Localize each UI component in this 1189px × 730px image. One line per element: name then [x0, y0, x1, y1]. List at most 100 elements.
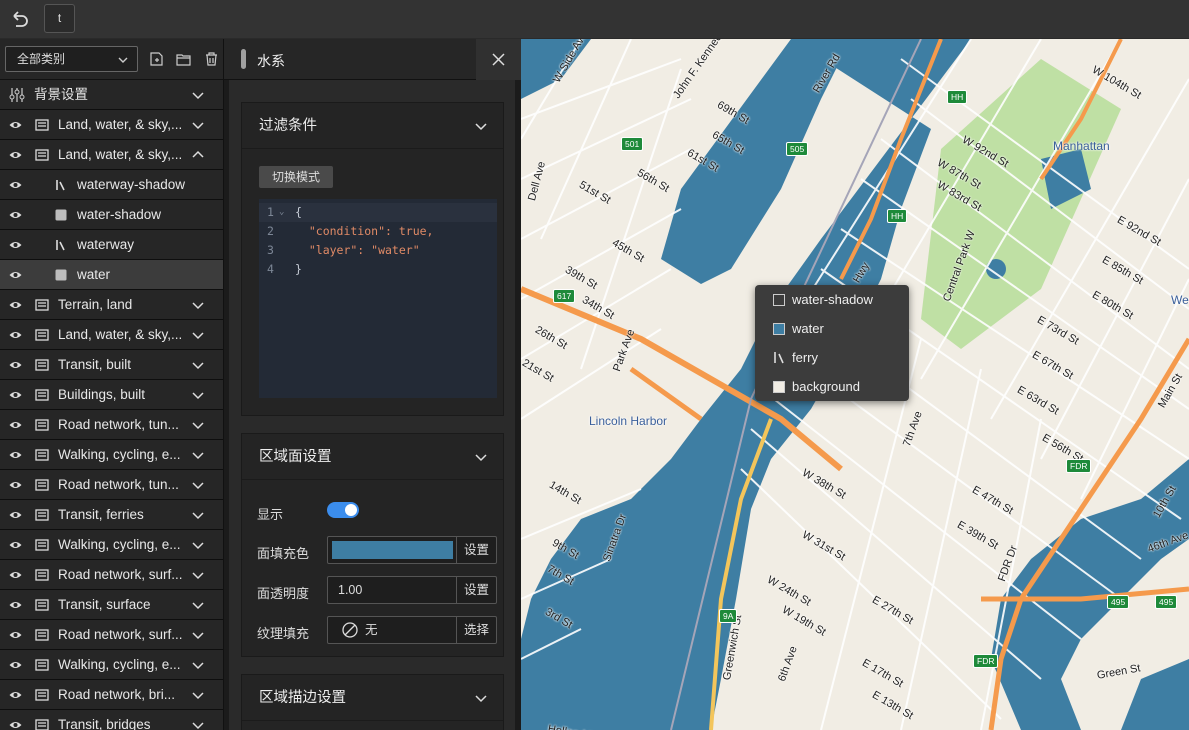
eye-icon[interactable]: [9, 510, 22, 520]
filter-code-editor[interactable]: 1 ⌄{ 2 "condition": true, 3 "layer": "wat…: [259, 199, 501, 486]
chevron-down-icon[interactable]: [192, 359, 204, 371]
eye-icon[interactable]: [9, 360, 22, 370]
eye-icon[interactable]: [9, 660, 22, 670]
filter-title: 过滤条件: [259, 118, 317, 134]
layer-row[interactable]: Road network, tun...: [0, 410, 223, 440]
eye-icon[interactable]: [9, 720, 22, 730]
stroke-settings-title: 区域描边设置: [259, 690, 346, 706]
chevron-down-icon[interactable]: [192, 509, 204, 521]
area-settings-header[interactable]: 区域面设置: [242, 434, 503, 480]
fill-color-swatch[interactable]: [332, 541, 453, 559]
eye-icon[interactable]: [9, 600, 22, 610]
title-accent: [241, 49, 246, 69]
undo-icon[interactable]: [9, 8, 31, 30]
chevron-down-icon[interactable]: [192, 539, 204, 551]
chevron-down-icon[interactable]: [192, 569, 204, 581]
chevron-down-icon[interactable]: [192, 329, 204, 341]
layer-row[interactable]: Walking, cycling, e...: [0, 650, 223, 680]
layer-row[interactable]: waterway-shadow: [0, 170, 223, 200]
opacity-field[interactable]: 1.00 设置: [327, 576, 497, 604]
layer-row[interactable]: Transit, built: [0, 350, 223, 380]
texture-choose-button[interactable]: 选择: [456, 617, 496, 643]
eye-icon[interactable]: [9, 240, 22, 250]
layer-row[interactable]: Buildings, built: [0, 380, 223, 410]
chevron-down-icon[interactable]: [192, 419, 204, 431]
chevron-down-icon[interactable]: [192, 119, 204, 131]
eye-icon[interactable]: [9, 690, 22, 700]
switch-mode-button[interactable]: 切换模式: [259, 166, 333, 188]
eye-icon[interactable]: [9, 150, 22, 160]
eye-icon[interactable]: [9, 570, 22, 580]
layer-row[interactable]: Transit, ferries: [0, 500, 223, 530]
route-shield: 495: [1155, 595, 1178, 609]
fill-color-field[interactable]: 设置: [327, 536, 497, 564]
layer-row[interactable]: Transit, bridges: [0, 710, 223, 730]
stroke-settings-header[interactable]: 区域描边设置: [242, 675, 503, 721]
eye-icon[interactable]: [9, 480, 22, 490]
layer-row[interactable]: Road network, tun...: [0, 470, 223, 500]
fill-layer-icon: [55, 209, 67, 221]
layer-row[interactable]: Land, water, & sky,...: [0, 110, 223, 140]
chevron-down-icon[interactable]: [192, 629, 204, 641]
texture-field[interactable]: 无 选择: [327, 616, 497, 644]
chevron-down-icon[interactable]: [192, 89, 204, 101]
layer-row[interactable]: water: [0, 260, 223, 290]
layer-row[interactable]: Walking, cycling, e...: [0, 530, 223, 560]
close-icon: [492, 53, 505, 66]
chevron-down-icon[interactable]: [192, 389, 204, 401]
eye-icon[interactable]: [9, 270, 22, 280]
route-shield: 9A: [719, 609, 738, 623]
layer-row[interactable]: Terrain, land: [0, 290, 223, 320]
eye-icon[interactable]: [9, 540, 22, 550]
layer-row[interactable]: Road network, surf...: [0, 620, 223, 650]
route-shield: 617: [553, 289, 576, 303]
chevron-down-icon[interactable]: [192, 479, 204, 491]
category-select[interactable]: 全部类别: [5, 46, 138, 72]
chevron-down-icon[interactable]: [192, 719, 204, 730]
eye-icon[interactable]: [9, 120, 22, 130]
eye-icon[interactable]: [9, 630, 22, 640]
layer-row[interactable]: Land, water, & sky,...: [0, 320, 223, 350]
line-number: 1: [267, 205, 274, 219]
menu-item-water[interactable]: water: [755, 314, 909, 343]
menu-item-ferry[interactable]: ferry: [755, 343, 909, 372]
chevron-down-icon[interactable]: [192, 689, 204, 701]
layer-row[interactable]: Road network, surf...: [0, 560, 223, 590]
layer-row[interactable]: water-shadow: [0, 200, 223, 230]
layer-row[interactable]: waterway: [0, 230, 223, 260]
add-layer-icon[interactable]: [149, 51, 164, 67]
layer-group-icon: [35, 689, 49, 701]
swatch: [773, 381, 785, 393]
menu-item-background[interactable]: background: [755, 372, 909, 401]
layer-group-icon: [35, 659, 49, 671]
chevron-up-icon[interactable]: [192, 149, 204, 161]
layer-row-label: Buildings, built: [58, 387, 146, 402]
eye-icon[interactable]: [9, 390, 22, 400]
filter-header[interactable]: 过滤条件: [242, 103, 503, 149]
layer-row[interactable]: Walking, cycling, e...: [0, 440, 223, 470]
eye-icon[interactable]: [9, 420, 22, 430]
layer-row[interactable]: Road network, bri...: [0, 680, 223, 710]
close-button[interactable]: [476, 39, 521, 80]
eye-icon[interactable]: [9, 330, 22, 340]
layer-group-icon: [35, 629, 49, 641]
folder-icon[interactable]: [176, 51, 191, 67]
opacity-set-button[interactable]: 设置: [456, 577, 496, 603]
chevron-down-icon[interactable]: [192, 599, 204, 611]
eye-icon[interactable]: [9, 180, 22, 190]
background-settings-row[interactable]: 背景设置: [0, 80, 223, 110]
chevron-down-icon[interactable]: [192, 659, 204, 671]
chevron-down-icon[interactable]: [192, 449, 204, 461]
fill-color-set-button[interactable]: 设置: [456, 537, 496, 563]
layer-row[interactable]: Transit, surface: [0, 590, 223, 620]
menu-item-water-shadow[interactable]: water-shadow: [755, 285, 909, 314]
t-button[interactable]: t: [44, 4, 75, 33]
eye-icon[interactable]: [9, 300, 22, 310]
layer-row[interactable]: Land, water, & sky,...: [0, 140, 223, 170]
show-toggle[interactable]: [327, 502, 359, 518]
trash-icon[interactable]: [204, 51, 219, 67]
eye-icon[interactable]: [9, 210, 22, 220]
eye-icon[interactable]: [9, 450, 22, 460]
chevron-down-icon[interactable]: [192, 299, 204, 311]
layer-group-icon: [35, 509, 49, 521]
